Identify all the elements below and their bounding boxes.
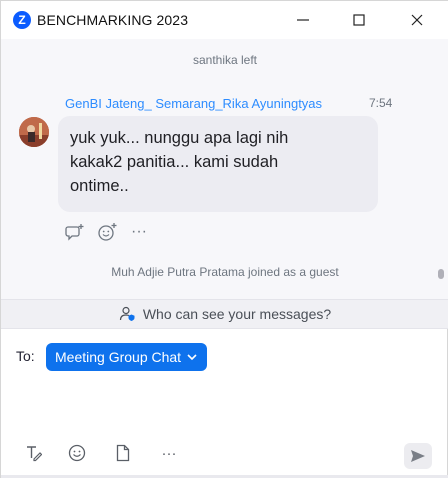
person-shield-icon xyxy=(119,306,135,321)
system-message-joined: Muh Adjie Putra Pratama joined as a gues… xyxy=(111,265,339,279)
message-actions: ··· xyxy=(65,221,149,243)
chat-messages-area[interactable]: santhika left GenBI Jateng_ Semarang_Rik… xyxy=(1,39,448,299)
attach-file-button[interactable] xyxy=(113,443,133,463)
message-sender[interactable]: GenBI Jateng_ Semarang_Rika Ayuningtyas xyxy=(65,96,322,111)
send-icon xyxy=(411,450,425,462)
message-bubble[interactable]: yuk yuk... nunggu apa lagi nih kakak2 pa… xyxy=(58,116,378,212)
message-time: 7:54 xyxy=(369,96,393,110)
zoom-logo-icon: Z xyxy=(13,11,31,29)
avatar-image-icon xyxy=(19,117,49,147)
more-icon: ··· xyxy=(161,444,177,462)
message-line: ontime.. xyxy=(70,177,129,195)
title-bar: Z BENCHMARKING 2023 xyxy=(1,1,448,39)
window-title: BENCHMARKING 2023 xyxy=(37,12,189,28)
message-line: yuk yuk... nunggu apa lagi nih xyxy=(70,129,289,147)
privacy-notice[interactable]: Who can see your messages? xyxy=(1,299,448,329)
reply-button[interactable] xyxy=(65,222,85,242)
privacy-notice-label: Who can see your messages? xyxy=(142,306,332,322)
add-reaction-button[interactable] xyxy=(97,222,117,242)
minimize-icon xyxy=(297,19,309,21)
format-text-button[interactable] xyxy=(23,443,43,463)
maximize-icon xyxy=(353,14,365,26)
chat-scrollbar[interactable] xyxy=(438,269,444,279)
more-icon: ··· xyxy=(131,223,147,240)
minimize-button[interactable] xyxy=(292,9,314,31)
send-button[interactable] xyxy=(404,443,432,469)
more-compose-options-button[interactable]: ··· xyxy=(159,443,179,463)
format-text-icon xyxy=(27,446,42,462)
maximize-button[interactable] xyxy=(348,9,370,31)
close-button[interactable] xyxy=(406,9,428,31)
system-message-left: santhika left xyxy=(192,53,258,67)
recipient-dropdown[interactable]: Meeting Group Chat xyxy=(46,343,207,371)
reply-thread-icon xyxy=(65,224,84,241)
avatar[interactable] xyxy=(19,117,49,147)
chevron-down-icon xyxy=(187,354,197,361)
message-line: kakak2 panitia... kami sudah xyxy=(70,153,279,171)
emoji-icon xyxy=(68,444,86,462)
to-label: To: xyxy=(16,348,35,364)
file-icon xyxy=(116,444,130,462)
close-icon xyxy=(411,14,423,26)
emoji-button[interactable] xyxy=(67,443,87,463)
more-actions-button[interactable]: ··· xyxy=(129,222,149,242)
add-emoji-icon xyxy=(98,223,117,241)
chat-window: Z BENCHMARKING 2023 santhika left GenBI … xyxy=(0,0,448,478)
compose-toolbar: ··· xyxy=(1,437,448,467)
recipient-label: Meeting Group Chat xyxy=(55,349,182,365)
